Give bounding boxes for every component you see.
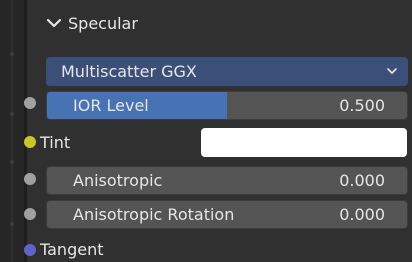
gutter-dot — [10, 52, 14, 56]
anisotropic-rotation-value: 0.000 — [339, 205, 385, 224]
node-gutter — [0, 0, 24, 262]
panel-edge — [24, 0, 27, 262]
ior-level-socket[interactable] — [24, 97, 36, 109]
tangent-socket[interactable] — [24, 244, 36, 256]
anisotropic-value: 0.000 — [339, 171, 385, 190]
ior-level-label: IOR Level — [73, 96, 149, 115]
gutter-dot — [10, 160, 14, 164]
anisotropic-field[interactable]: Anisotropic 0.000 — [46, 166, 408, 195]
anisotropic-socket[interactable] — [24, 173, 36, 185]
distribution-dropdown[interactable]: Multiscatter GGX — [46, 57, 408, 86]
anisotropic-label: Anisotropic — [73, 171, 163, 190]
anisotropic-rotation-field[interactable]: Anisotropic Rotation 0.000 — [46, 200, 408, 229]
anisotropic-rotation-socket[interactable] — [24, 208, 36, 220]
chevron-down-icon — [387, 68, 397, 74]
specular-panel-header[interactable]: Specular — [46, 12, 138, 34]
distribution-selected: Multiscatter GGX — [61, 62, 197, 81]
ior-level-slider[interactable]: IOR Level 0.500 — [46, 91, 408, 120]
tint-label: Tint — [40, 133, 71, 152]
anisotropic-rotation-label: Anisotropic Rotation — [73, 205, 235, 224]
tint-color-swatch[interactable] — [201, 128, 407, 157]
tint-socket[interactable] — [24, 136, 36, 148]
gutter-dot — [10, 222, 14, 226]
chevron-down-icon — [46, 18, 62, 28]
ior-level-value: 0.500 — [339, 96, 385, 115]
section-title: Specular — [68, 13, 138, 33]
tangent-label: Tangent — [40, 240, 104, 259]
gutter-dot — [10, 112, 14, 116]
